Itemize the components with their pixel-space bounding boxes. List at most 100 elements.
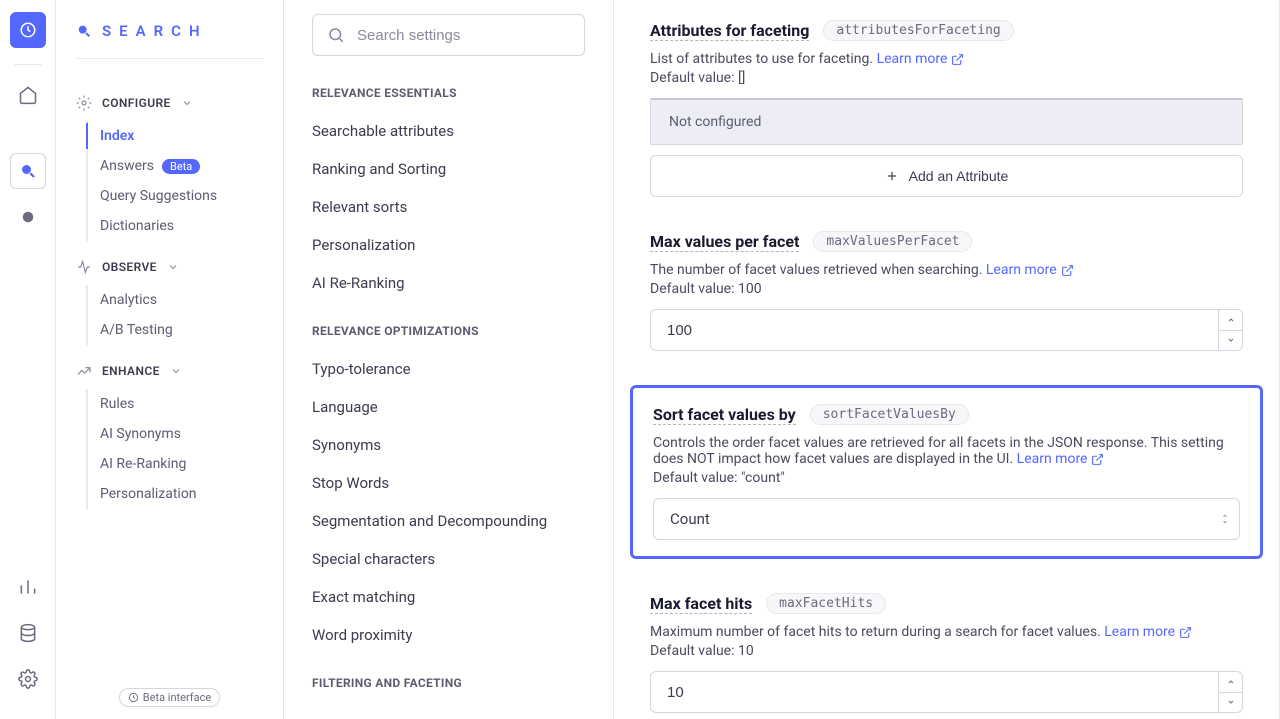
beta-badge: Beta [162, 159, 200, 174]
code-tag: maxValuesPerFacet [813, 231, 972, 252]
search-product-icon[interactable] [10, 153, 46, 189]
configure-section-header[interactable]: CONFIGURE [76, 95, 263, 111]
mid-item-special-characters[interactable]: Special characters [312, 540, 585, 578]
description: The number of facet values retrieved whe… [650, 262, 1243, 278]
section-title[interactable]: Max values per facet [650, 232, 799, 252]
code-tag: attributesForFaceting [823, 20, 1013, 41]
database-icon[interactable] [10, 615, 46, 651]
group-header-relevance-optimizations: RELEVANCE OPTIMIZATIONS [312, 324, 585, 338]
stepper-up[interactable] [1219, 672, 1242, 693]
sidebar-item-dictionaries[interactable]: Dictionaries [100, 211, 263, 241]
section-max-values-per-facet: Max values per facet maxValuesPerFacet T… [650, 231, 1243, 351]
description: Maximum number of facet hits to return d… [650, 624, 1243, 640]
learn-more-link[interactable]: Learn more [1017, 451, 1105, 467]
recommend-icon[interactable] [10, 199, 46, 235]
plus-icon [885, 169, 899, 183]
default-value: Default value: [] [650, 70, 1243, 86]
enhance-section-header[interactable]: ENHANCE [76, 363, 263, 379]
mid-item-language[interactable]: Language [312, 388, 585, 426]
max-values-input[interactable] [651, 322, 1218, 339]
stepper-down[interactable] [1219, 331, 1242, 351]
stepper [1218, 672, 1242, 712]
max-hits-input-wrap [650, 671, 1243, 713]
not-configured-box: Not configured [650, 98, 1243, 145]
chevron-down-icon [167, 261, 179, 273]
max-values-input-wrap [650, 309, 1243, 351]
section-title[interactable]: Sort facet values by [653, 405, 796, 425]
search-icon [327, 26, 345, 44]
code-tag: maxFacetHits [766, 593, 886, 614]
chevron-down-icon [181, 97, 193, 109]
home-icon[interactable] [10, 77, 46, 113]
learn-more-link[interactable]: Learn more [877, 51, 965, 67]
group-header-filtering-faceting: FILTERING AND FACETING [312, 676, 585, 690]
external-link-icon [951, 53, 964, 66]
description: List of attributes to use for faceting. … [650, 51, 1243, 67]
gear-icon[interactable] [10, 661, 46, 697]
search-input[interactable] [357, 27, 570, 44]
sidebar-item-ai-re-ranking[interactable]: AI Re-Ranking [100, 449, 263, 479]
learn-more-link[interactable]: Learn more [986, 262, 1074, 278]
learn-more-link[interactable]: Learn more [1104, 624, 1192, 640]
external-link-icon [1091, 453, 1104, 466]
mid-item-ranking-sorting[interactable]: Ranking and Sorting [312, 150, 585, 188]
mid-item-relevant-sorts[interactable]: Relevant sorts [312, 188, 585, 226]
mid-item-typo-tolerance[interactable]: Typo-tolerance [312, 350, 585, 388]
sidebar-item-query-suggestions[interactable]: Query Suggestions [100, 181, 263, 211]
icon-rail [0, 0, 56, 719]
product-title: SEARCH [76, 22, 263, 40]
stepper [1218, 310, 1242, 350]
default-value: Default value: 100 [650, 281, 1243, 297]
group-header-relevance-essentials: RELEVANCE ESSENTIALS [312, 86, 585, 100]
pulse-icon [76, 259, 92, 275]
sidebar-item-answers[interactable]: Answers Beta [100, 151, 263, 181]
section-sort-facet-values-by: Sort facet values by sortFacetValuesBy C… [630, 385, 1263, 559]
section-label: ENHANCE [102, 364, 160, 378]
add-attribute-button[interactable]: Add an Attribute [650, 155, 1243, 197]
max-hits-input[interactable] [651, 684, 1218, 701]
observe-section-header[interactable]: OBSERVE [76, 259, 263, 275]
clock-icon [128, 692, 139, 703]
code-tag: sortFacetValuesBy [810, 404, 969, 425]
section-label: OBSERVE [102, 260, 157, 274]
external-link-icon [1179, 626, 1192, 639]
mid-item-synonyms[interactable]: Synonyms [312, 426, 585, 464]
trend-icon [76, 363, 92, 379]
sort-facet-select[interactable]: Count [653, 498, 1240, 540]
description: Controls the order facet values are retr… [653, 435, 1240, 467]
mid-item-segmentation[interactable]: Segmentation and Decompounding [312, 502, 585, 540]
sidebar-item-ab-testing[interactable]: A/B Testing [100, 315, 263, 345]
section-title[interactable]: Max facet hits [650, 594, 752, 614]
sidebar: SEARCH CONFIGURE Index Answers Beta Quer… [56, 0, 284, 719]
beta-interface-badge[interactable]: Beta interface [119, 688, 220, 707]
chevron-down-icon [170, 365, 182, 377]
section-title[interactable]: Attributes for faceting [650, 21, 809, 41]
sidebar-item-personalization[interactable]: Personalization [100, 479, 263, 509]
mid-item-exact-matching[interactable]: Exact matching [312, 578, 585, 616]
mid-item-word-proximity[interactable]: Word proximity [312, 616, 585, 654]
select-chevrons-icon [1211, 513, 1239, 525]
mid-item-stop-words[interactable]: Stop Words [312, 464, 585, 502]
section-attributes-for-faceting: Attributes for faceting attributesForFac… [650, 20, 1243, 197]
external-link-icon [1061, 264, 1074, 277]
gear-icon [76, 95, 92, 111]
default-value: Default value: "count" [653, 470, 1240, 486]
sidebar-item-ai-synonyms[interactable]: AI Synonyms [100, 419, 263, 449]
main-content: Attributes for faceting attributesForFac… [614, 0, 1280, 719]
mid-item-personalization[interactable]: Personalization [312, 226, 585, 264]
analytics-icon[interactable] [10, 569, 46, 605]
stepper-down[interactable] [1219, 693, 1242, 713]
mid-item-searchable-attributes[interactable]: Searchable attributes [312, 112, 585, 150]
product-title-text: SEARCH [102, 22, 208, 40]
stepper-up[interactable] [1219, 310, 1242, 331]
section-max-facet-hits: Max facet hits maxFacetHits Maximum numb… [650, 593, 1243, 713]
search-input-wrap[interactable] [312, 14, 585, 56]
section-label: CONFIGURE [102, 96, 171, 110]
sidebar-item-rules[interactable]: Rules [100, 389, 263, 419]
settings-nav-panel: RELEVANCE ESSENTIALS Searchable attribut… [284, 0, 614, 719]
sidebar-item-analytics[interactable]: Analytics [100, 285, 263, 315]
mid-item-ai-re-ranking[interactable]: AI Re-Ranking [312, 264, 585, 302]
sidebar-item-index[interactable]: Index [100, 121, 263, 151]
brand-icon[interactable] [10, 12, 46, 48]
default-value: Default value: 10 [650, 643, 1243, 659]
